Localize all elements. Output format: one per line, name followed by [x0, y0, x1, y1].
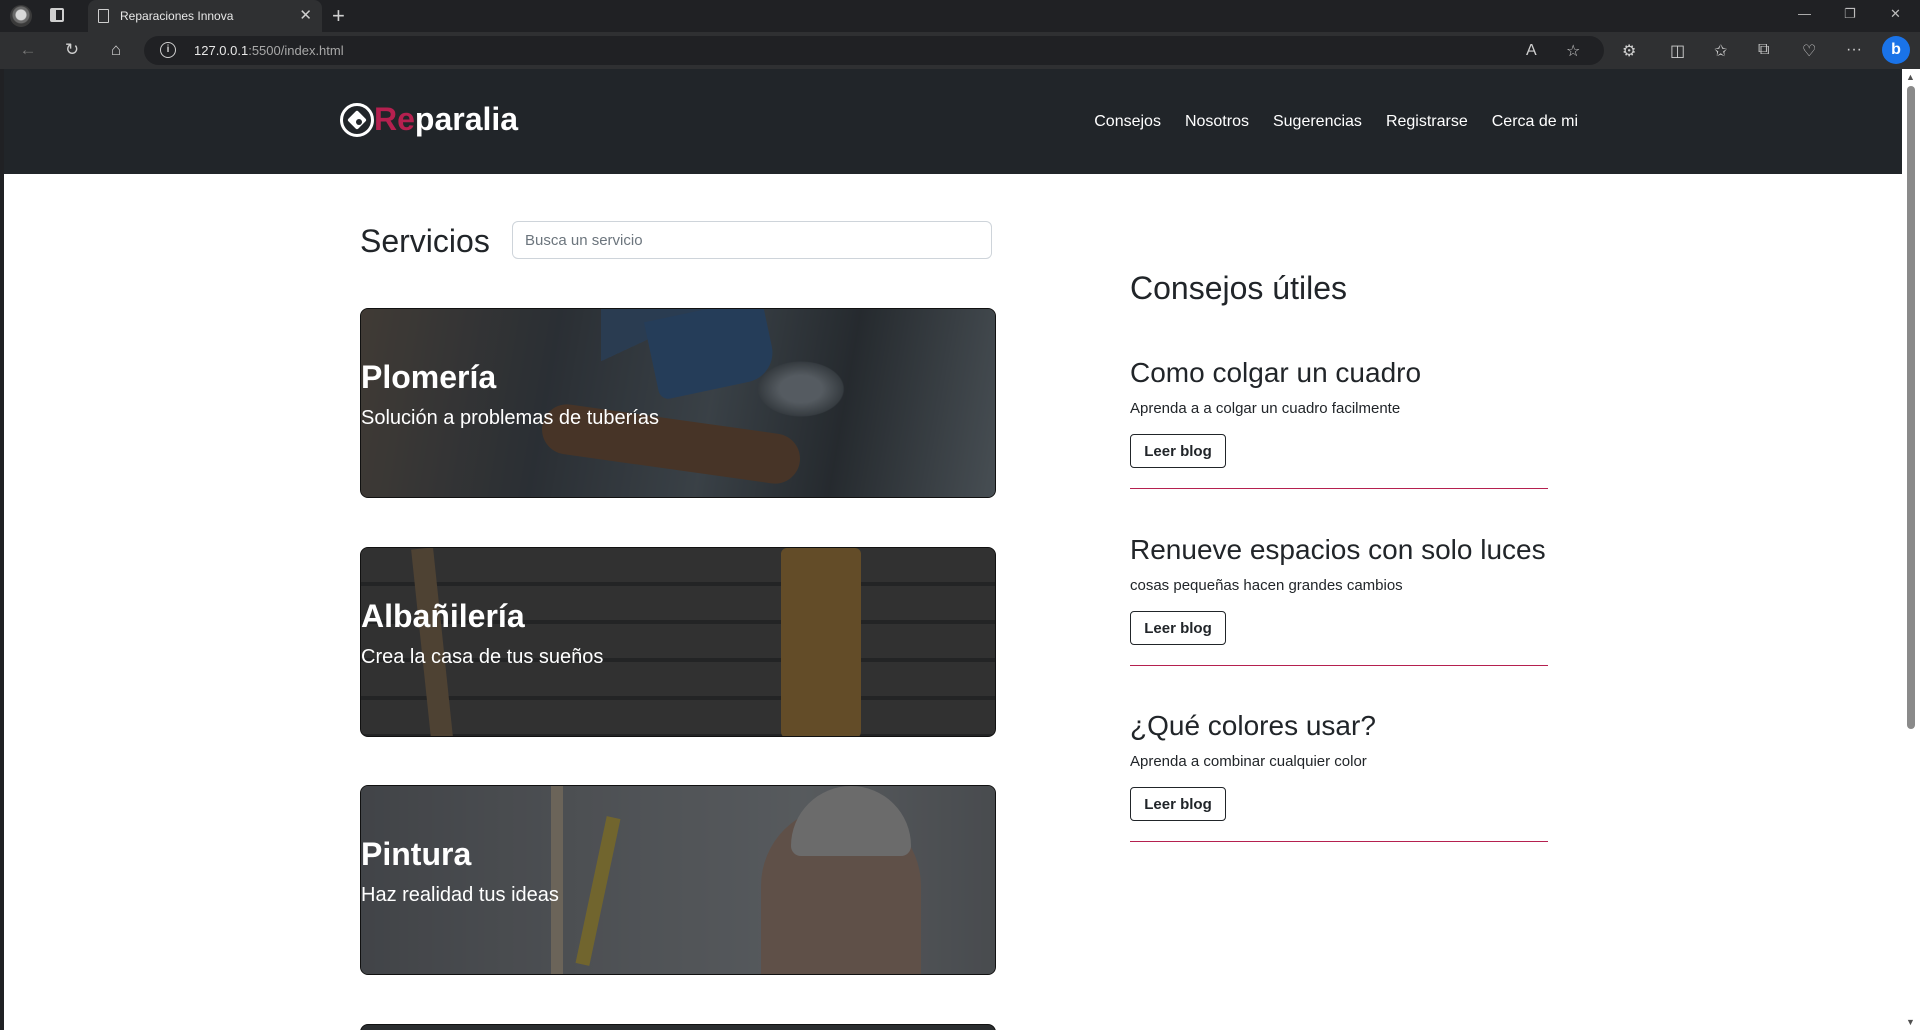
card-overlay: [361, 786, 995, 974]
service-card-pintura[interactable]: Pintura Haz realidad tus ideas: [360, 785, 996, 975]
brand-name-accent: Re: [374, 101, 415, 137]
site-header: Reparalia Consejos Nosotros Sugerencias …: [4, 69, 1902, 174]
page-scrollbar[interactable]: ▲ ▼: [1902, 69, 1920, 1030]
main-nav: Consejos Nosotros Sugerencias Registrars…: [1094, 113, 1578, 131]
restore-icon[interactable]: ❐: [1844, 6, 1856, 22]
tip-item: Renueve espacios con solo luces cosas pe…: [1130, 534, 1548, 666]
site-info-icon[interactable]: i: [160, 42, 176, 58]
tip-title: Como colgar un cuadro: [1130, 357, 1422, 388]
nav-link-cerca-de-mi[interactable]: Cerca de mi: [1492, 113, 1578, 131]
card-overlay: [361, 548, 995, 736]
tip-item: Como colgar un cuadro Aprenda a a colgar…: [1130, 357, 1548, 489]
home-icon[interactable]: ⌂: [106, 40, 126, 60]
reload-icon[interactable]: ↻: [62, 40, 82, 60]
service-card-partial[interactable]: [360, 1024, 996, 1030]
scroll-up-icon[interactable]: ▲: [1906, 72, 1915, 82]
card-overlay: [361, 309, 995, 497]
collections-icon[interactable]: ⧉: [1758, 41, 1769, 59]
card-subtitle: Solución a problemas de tuberías: [361, 407, 659, 429]
url-text: 127.0.0.1:5500/index.html: [194, 43, 344, 58]
read-blog-button[interactable]: Leer blog: [1130, 434, 1226, 468]
tip-description: Aprenda a a colgar un cuadro facilmente: [1130, 400, 1401, 417]
tab-title: Reparaciones Innova: [120, 9, 234, 23]
scroll-down-icon[interactable]: ▼: [1906, 1017, 1915, 1027]
url-path: :5500/index.html: [248, 43, 344, 58]
split-screen-icon[interactable]: ◫: [1670, 41, 1685, 61]
brand-name: Reparalia: [374, 101, 518, 138]
favorite-star-icon[interactable]: ☆: [1566, 41, 1580, 61]
service-search-input[interactable]: [512, 221, 992, 259]
nav-link-nosotros[interactable]: Nosotros: [1185, 113, 1249, 131]
nav-link-sugerencias[interactable]: Sugerencias: [1273, 113, 1362, 131]
card-subtitle: Crea la casa de tus sueños: [361, 646, 604, 668]
more-menu-icon[interactable]: ···: [1846, 41, 1862, 59]
tip-title: Renueve espacios con solo luces: [1130, 534, 1546, 565]
profile-avatar-icon[interactable]: [10, 5, 32, 27]
brand-name-rest: paralia: [414, 101, 519, 137]
logo-icon: [340, 103, 374, 137]
card-title: Pintura: [361, 836, 472, 872]
close-tab-icon[interactable]: ✕: [299, 6, 312, 24]
page-icon: [98, 9, 109, 23]
read-blog-button[interactable]: Leer blog: [1130, 611, 1226, 645]
tip-description: cosas pequeñas hacen grandes cambios: [1130, 577, 1403, 594]
extensions-icon[interactable]: ⚙: [1622, 41, 1636, 61]
address-bar[interactable]: i 127.0.0.1:5500/index.html A ☆: [144, 36, 1604, 65]
close-window-icon[interactable]: ✕: [1890, 6, 1901, 22]
tip-description: Aprenda a combinar cualquier color: [1130, 753, 1367, 770]
tip-item: ¿Qué colores usar? Aprenda a combinar cu…: [1130, 710, 1548, 842]
service-card-plomeria[interactable]: Plomería Solución a problemas de tubería…: [360, 308, 996, 498]
tab-actions-icon[interactable]: [50, 8, 64, 22]
browser-tab[interactable]: Reparaciones Innova ✕: [88, 0, 322, 32]
nav-link-consejos[interactable]: Consejos: [1094, 113, 1161, 131]
scrollbar-thumb[interactable]: [1907, 86, 1915, 729]
browser-tabbar: Reparaciones Innova ✕ + — ❐ ✕: [0, 0, 1920, 32]
nav-link-registrarse[interactable]: Registrarse: [1386, 113, 1468, 131]
page-viewport: Reparalia Consejos Nosotros Sugerencias …: [4, 69, 1902, 1030]
favorites-icon[interactable]: ✩: [1714, 41, 1727, 61]
read-aloud-icon[interactable]: A: [1526, 42, 1537, 60]
browser-toolbar: ← ↻ ⌂ i 127.0.0.1:5500/index.html A ☆ ⚙ …: [0, 32, 1920, 69]
card-title: Albañilería: [361, 598, 525, 634]
card-subtitle: Haz realidad tus ideas: [361, 884, 559, 906]
copilot-icon[interactable]: b: [1882, 36, 1910, 64]
tips-title: Consejos útiles: [1130, 270, 1347, 306]
back-icon[interactable]: ←: [18, 40, 38, 60]
url-host: 127.0.0.1: [194, 43, 249, 58]
services-title: Servicios: [360, 223, 490, 259]
card-title: Plomería: [361, 359, 497, 395]
tip-title: ¿Qué colores usar?: [1130, 710, 1376, 741]
new-tab-icon[interactable]: +: [332, 3, 345, 29]
read-blog-button[interactable]: Leer blog: [1130, 787, 1226, 821]
service-card-albanileria[interactable]: Albañilería Crea la casa de tus sueños: [360, 547, 996, 737]
minimize-icon[interactable]: —: [1798, 6, 1811, 21]
browser-essentials-icon[interactable]: ♡: [1802, 41, 1816, 61]
